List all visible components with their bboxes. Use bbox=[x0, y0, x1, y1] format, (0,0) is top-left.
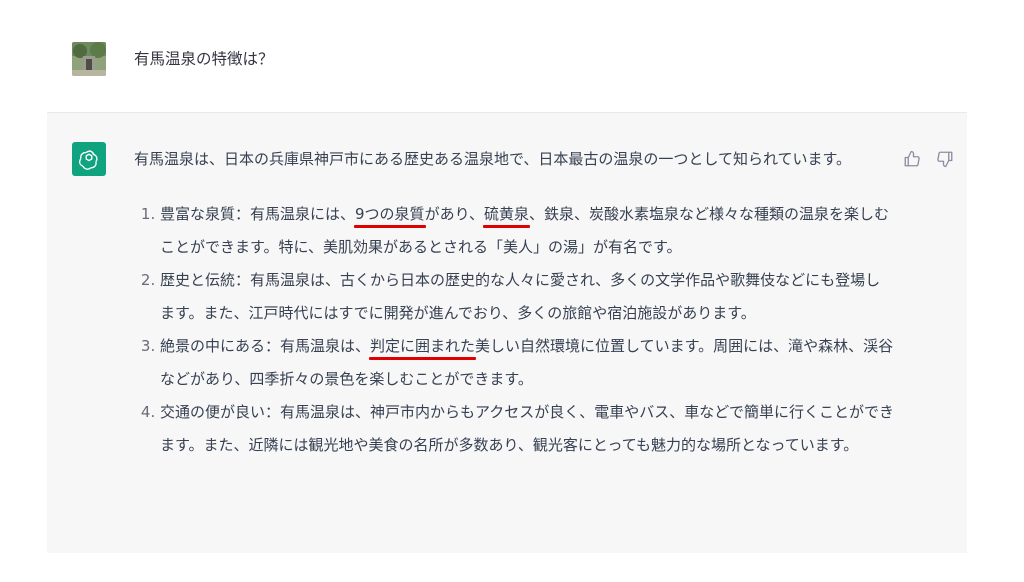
answer-list-item: 歴史と伝統：有馬温泉は、古くから日本の歴史的な人々に愛され、多くの文学作品や歌舞… bbox=[160, 264, 894, 330]
answer-text: 歴史と伝統：有馬温泉は、古くから日本の歴史的な人々に愛され、多くの文学作品や歌舞… bbox=[160, 271, 881, 322]
highlighted-phrase: 9つの泉質 bbox=[354, 198, 426, 231]
highlighted-phrase: 硫黄泉 bbox=[482, 198, 531, 231]
answer-list-item: 絶景の中にある：有馬温泉は、判定に囲まれた美しい自然環境に位置しています。周囲に… bbox=[160, 330, 894, 396]
assistant-message-row: 有馬温泉は、日本の兵庫県神戸市にある歴史ある温泉地で、日本最古の温泉の一つとして… bbox=[47, 112, 967, 553]
thumbs-up-icon bbox=[904, 150, 920, 167]
answer-text: 豊富な泉質：有馬温泉には、 bbox=[160, 205, 356, 223]
thumbs-up-button[interactable] bbox=[902, 149, 922, 169]
answer-text: があり、 bbox=[424, 205, 484, 223]
thumbs-down-icon bbox=[937, 151, 953, 168]
answer-list-item: 豊富な泉質：有馬温泉には、9つの泉質があり、硫黄泉、鉄泉、炭酸水素塩泉など様々な… bbox=[160, 198, 894, 264]
user-message-row: 有馬温泉の特徴は？ bbox=[0, 0, 1024, 112]
highlighted-phrase: 判定に囲まれた bbox=[369, 330, 477, 363]
assistant-answer: 有馬温泉は、日本の兵庫県神戸市にある歴史ある温泉地で、日本最古の温泉の一つとして… bbox=[134, 143, 894, 462]
openai-logo-icon bbox=[72, 142, 106, 176]
user-message-text: 有馬温泉の特徴は？ bbox=[134, 50, 274, 68]
answer-list: 豊富な泉質：有馬温泉には、9つの泉質があり、硫黄泉、鉄泉、炭酸水素塩泉など様々な… bbox=[134, 198, 894, 462]
user-avatar bbox=[72, 42, 106, 76]
answer-text: 交通の便が良い：有馬温泉は、神戸市内からもアクセスが良く、電車やバス、車などで簡… bbox=[160, 403, 894, 454]
answer-intro: 有馬温泉は、日本の兵庫県神戸市にある歴史ある温泉地で、日本最古の温泉の一つとして… bbox=[134, 150, 852, 168]
answer-text: 絶景の中にある：有馬温泉は、 bbox=[160, 337, 371, 355]
thumbs-down-button[interactable] bbox=[935, 149, 955, 169]
answer-list-item: 交通の便が良い：有馬温泉は、神戸市内からもアクセスが良く、電車やバス、車などで簡… bbox=[160, 396, 894, 462]
